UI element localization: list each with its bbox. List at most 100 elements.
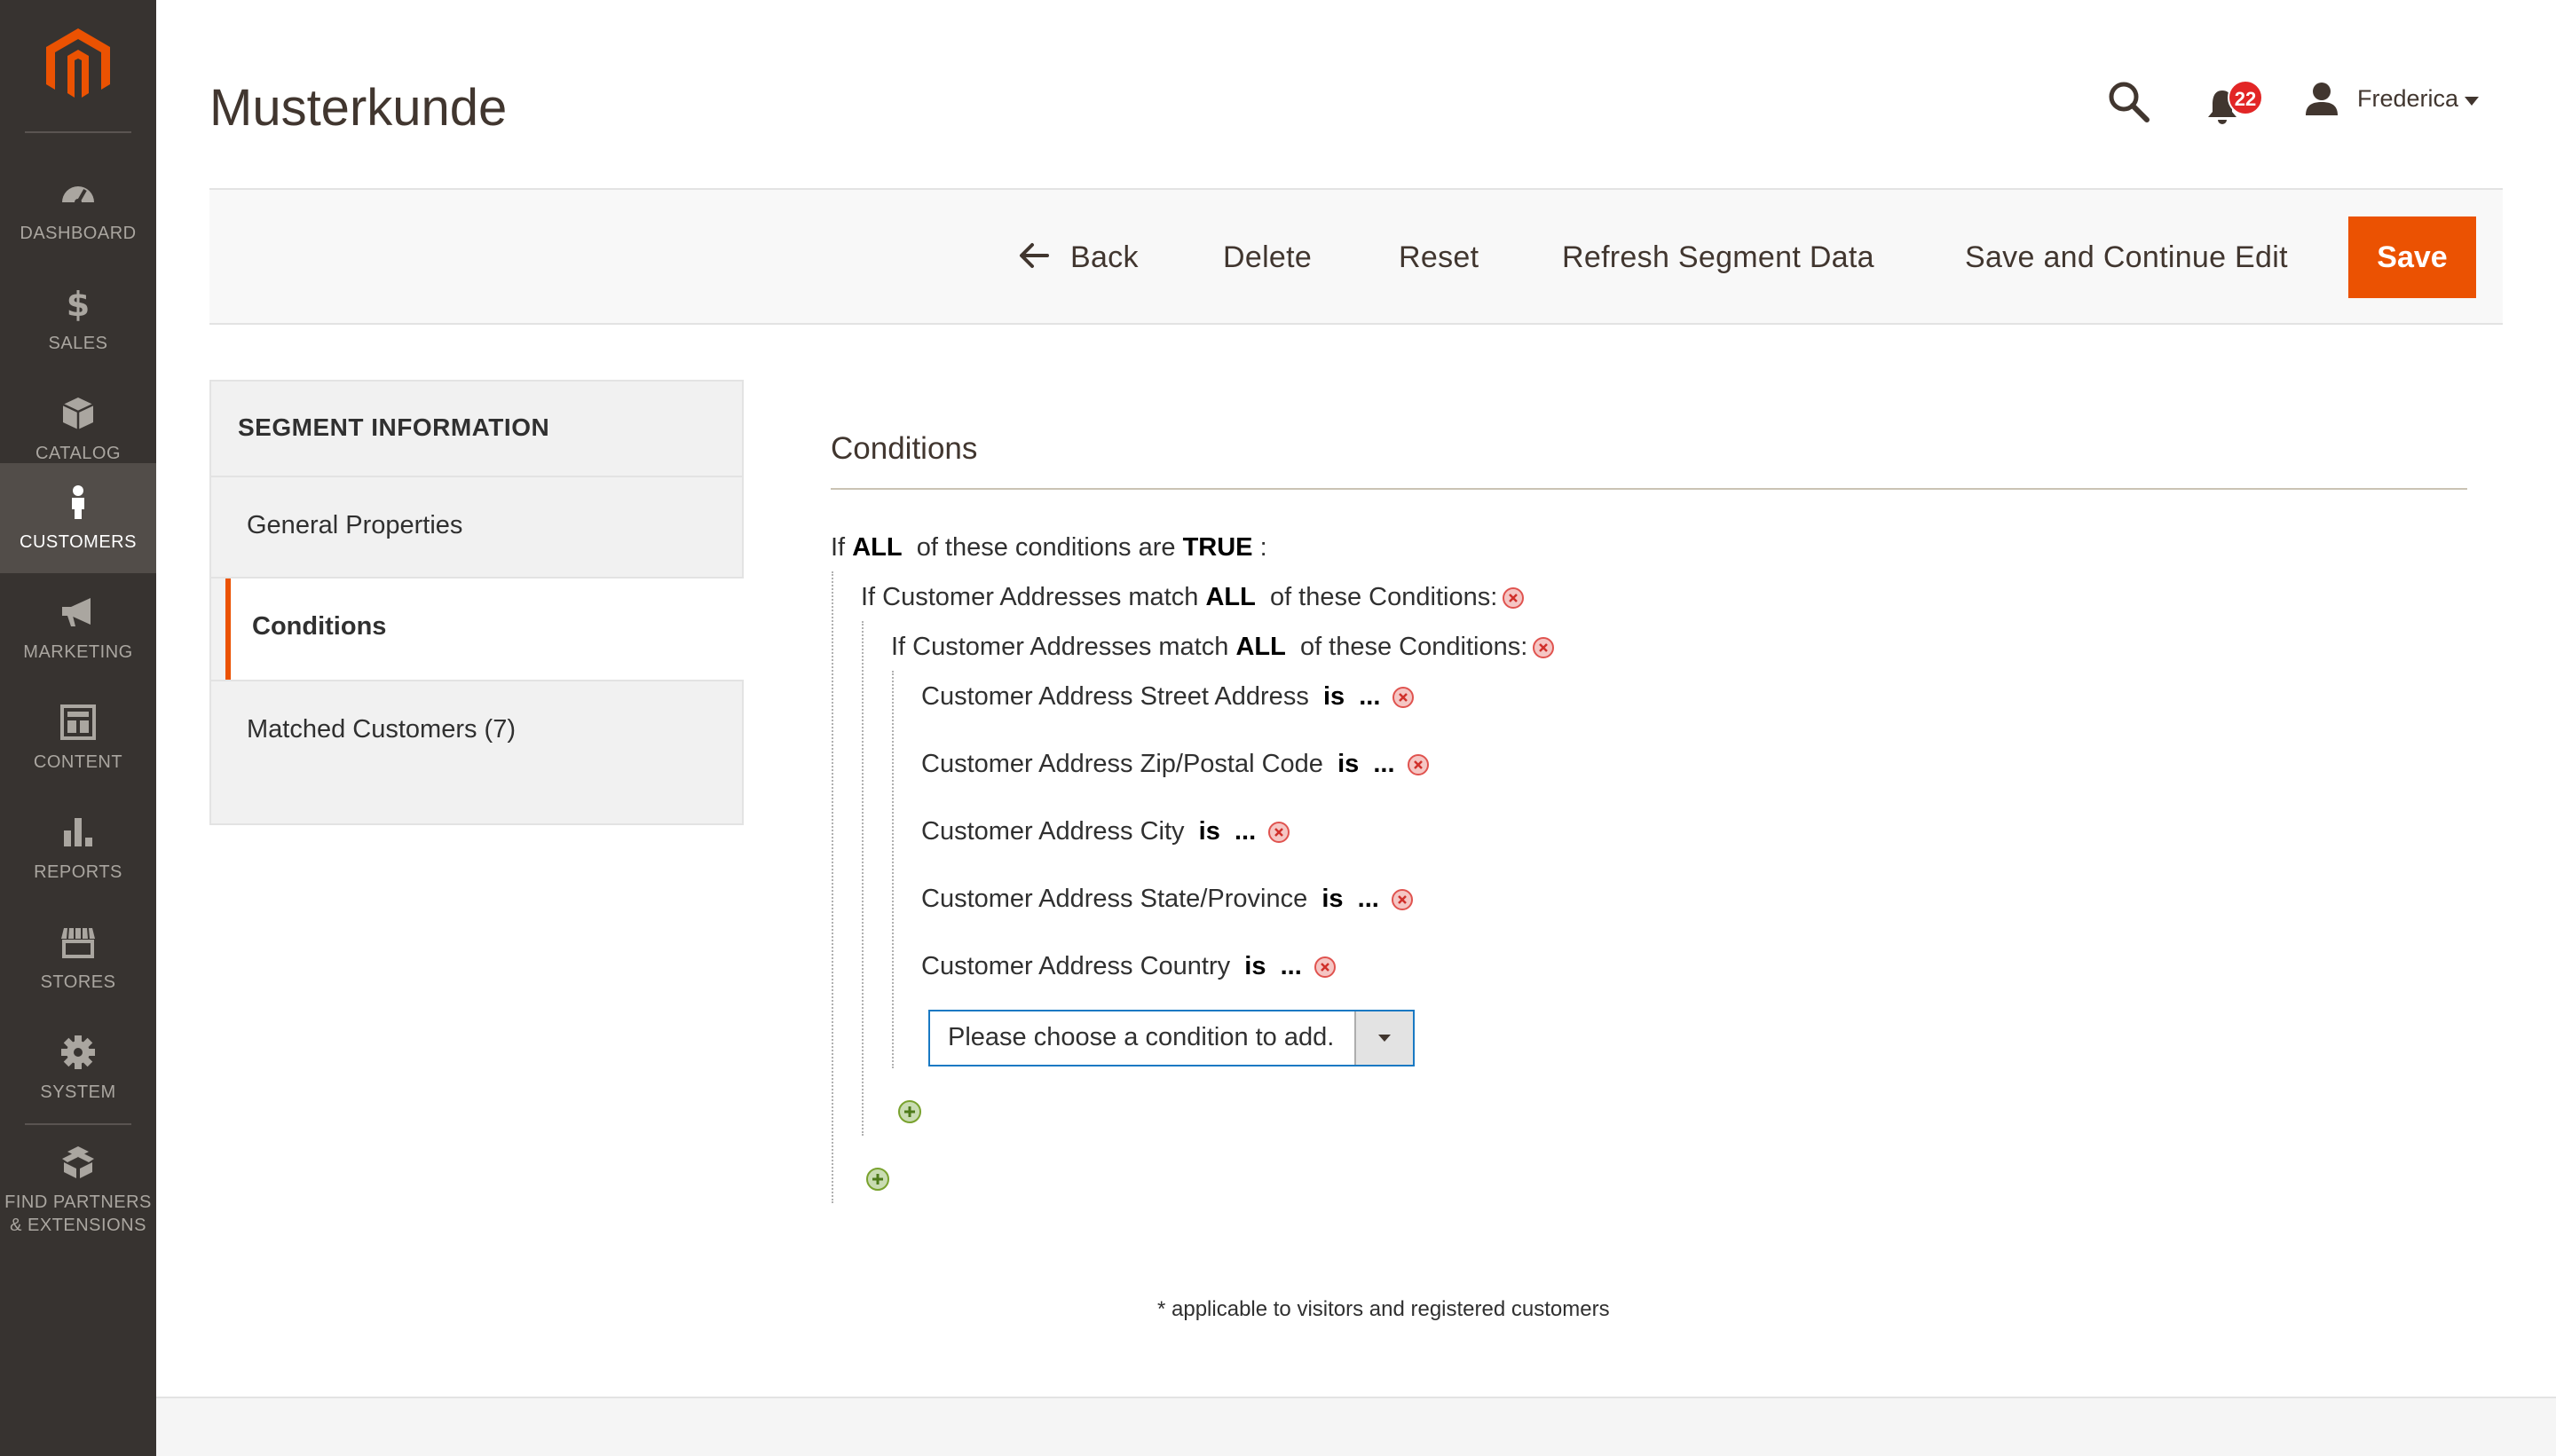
cubes-icon <box>62 1146 94 1178</box>
save-and-continue-button[interactable]: Save and Continue Edit <box>1965 238 2288 277</box>
nav-label-line1: FIND PARTNERS <box>4 1192 152 1212</box>
dollar-icon: $ <box>67 286 90 321</box>
search-icon <box>2109 82 2150 122</box>
nav-divider <box>25 131 131 133</box>
tab-matched-customers[interactable]: Matched Customers (7) <box>211 681 742 781</box>
nav-item-find-partners[interactable]: FIND PARTNERS & EXTENSIONS <box>0 1123 156 1256</box>
tree-guide-root <box>832 571 833 1203</box>
tree-guide-group1 <box>862 621 864 1136</box>
add-condition-icon[interactable] <box>898 1100 921 1123</box>
remove-condition-icon[interactable] <box>1533 637 1555 658</box>
remove-condition-icon[interactable] <box>1503 587 1525 609</box>
back-button[interactable]: Back <box>1019 238 1139 277</box>
dashboard-icon <box>62 186 94 206</box>
person-icon <box>72 485 84 519</box>
rule-value[interactable]: ... <box>1359 682 1380 711</box>
group1-aggregator-select[interactable]: ALL <box>1205 583 1255 611</box>
refresh-segment-data-button[interactable]: Refresh Segment Data <box>1562 238 1874 277</box>
rule-attribute: Customer Address City <box>921 817 1185 846</box>
group1-suffix: of these Conditions: <box>1269 583 1498 611</box>
tabs-title: SEGMENT INFORMATION <box>238 413 550 441</box>
nav-label: CONTENT <box>33 752 123 772</box>
rule-operator[interactable]: is <box>1321 885 1343 913</box>
admin-sidebar: DASHBOARD $ SALES CATALOG CUSTOMERS MARK… <box>0 0 156 1456</box>
nav-item-customers[interactable]: CUSTOMERS <box>0 463 156 573</box>
bar-chart-icon <box>64 818 92 846</box>
nav-item-reports[interactable]: REPORTS <box>0 793 156 903</box>
root-prefix: If <box>831 533 846 562</box>
rule-value[interactable]: ... <box>1281 952 1302 980</box>
root-value-select[interactable]: TRUE <box>1183 533 1253 562</box>
remove-condition-icon[interactable] <box>1268 822 1290 843</box>
nav-item-sales[interactable]: $ SALES <box>0 264 156 374</box>
storefront-icon <box>61 927 95 958</box>
rule-operator[interactable]: is <box>1244 952 1266 980</box>
group2-suffix: of these Conditions: <box>1299 633 1528 661</box>
page-actions-toolbar: Back Delete Reset Refresh Segment Data S… <box>209 188 2503 325</box>
nav-item-marketing[interactable]: MARKETING <box>0 573 156 683</box>
group1-prefix: If Customer Addresses match <box>861 583 1199 611</box>
heading-divider <box>831 488 2467 490</box>
condition-rule: Customer Address Street Address is ... <box>921 680 1415 713</box>
reset-button[interactable]: Reset <box>1399 238 1479 277</box>
search-button[interactable] <box>2107 80 2151 124</box>
tab-label: General Properties <box>247 511 463 539</box>
condition-rule: Customer Address Country is ... <box>921 949 1336 983</box>
rule-operator[interactable]: is <box>1337 750 1359 778</box>
nav-label: REPORTS <box>34 862 122 882</box>
page-footer <box>156 1397 2556 1456</box>
tab-label: Matched Customers (7) <box>247 715 516 744</box>
nav-item-dashboard[interactable]: DASHBOARD <box>0 154 156 264</box>
page-title: Musterkunde <box>209 79 508 137</box>
root-aggregator-select[interactable]: ALL <box>852 533 902 562</box>
nav-label: DASHBOARD <box>20 224 137 243</box>
rule-attribute: Customer Address State/Province <box>921 885 1308 913</box>
rule-value[interactable]: ... <box>1235 817 1256 846</box>
rule-attribute: Customer Address Country <box>921 952 1231 980</box>
new-condition-select[interactable]: Please choose a condition to add. <box>928 1010 1415 1066</box>
chevron-down-icon <box>2465 97 2479 106</box>
layout-icon <box>60 704 96 740</box>
root-suffix: : <box>1259 533 1267 562</box>
remove-condition-icon[interactable] <box>1392 687 1415 708</box>
svg-text:$: $ <box>67 286 90 321</box>
nav-label: STORES <box>40 972 116 992</box>
notifications-button[interactable]: 22 <box>2206 80 2265 124</box>
nav-item-stores[interactable]: STORES <box>0 903 156 1013</box>
rule-value[interactable]: ... <box>1358 885 1379 913</box>
arrow-left-icon <box>1020 243 1049 268</box>
remove-condition-icon[interactable] <box>1314 956 1336 978</box>
conditions-heading: Conditions <box>831 431 978 466</box>
magento-logo-icon[interactable] <box>43 27 114 105</box>
tab-general-properties[interactable]: General Properties <box>211 477 742 577</box>
nav-label: SALES <box>48 334 108 353</box>
select-toggle[interactable] <box>1354 1011 1413 1065</box>
condition-rule: Customer Address State/Province is ... <box>921 882 1413 916</box>
add-condition-icon[interactable] <box>866 1168 889 1191</box>
new-condition-select-value: Please choose a condition to add. <box>948 1023 1335 1051</box>
nav-label: CUSTOMERS <box>20 532 137 552</box>
rule-operator[interactable]: is <box>1199 817 1220 846</box>
remove-condition-icon[interactable] <box>1391 889 1413 910</box>
condition-rule: Customer Address Zip/Postal Code is ... <box>921 747 1429 781</box>
remove-condition-icon[interactable] <box>1407 754 1429 775</box>
nav-label: FIND PARTNERS & EXTENSIONS <box>0 1191 156 1237</box>
delete-button[interactable]: Delete <box>1223 238 1312 277</box>
tab-conditions[interactable]: Conditions <box>225 578 744 680</box>
condition-root: If ALL of these conditions are TRUE : <box>831 531 1267 564</box>
nav-item-content[interactable]: CONTENT <box>0 683 156 793</box>
user-name: Frederica <box>2357 85 2459 112</box>
footnote: * applicable to visitors and registered … <box>1157 1297 1610 1321</box>
user-account-menu[interactable]: Frederica <box>2304 82 2490 121</box>
group2-aggregator-select[interactable]: ALL <box>1235 633 1285 661</box>
condition-group-1: If Customer Addresses match ALL of these… <box>861 580 1525 614</box>
rule-operator[interactable]: is <box>1323 682 1345 711</box>
nav-item-system[interactable]: SYSTEM <box>0 1013 156 1123</box>
nav-label: SYSTEM <box>40 1082 116 1102</box>
save-button[interactable]: Save <box>2348 216 2476 298</box>
gear-icon <box>61 1035 95 1069</box>
rule-value[interactable]: ... <box>1373 750 1394 778</box>
condition-rule: Customer Address City is ... <box>921 815 1290 848</box>
chevron-down-icon <box>1378 1035 1391 1042</box>
condition-group-2: If Customer Addresses match ALL of these… <box>891 630 1555 664</box>
